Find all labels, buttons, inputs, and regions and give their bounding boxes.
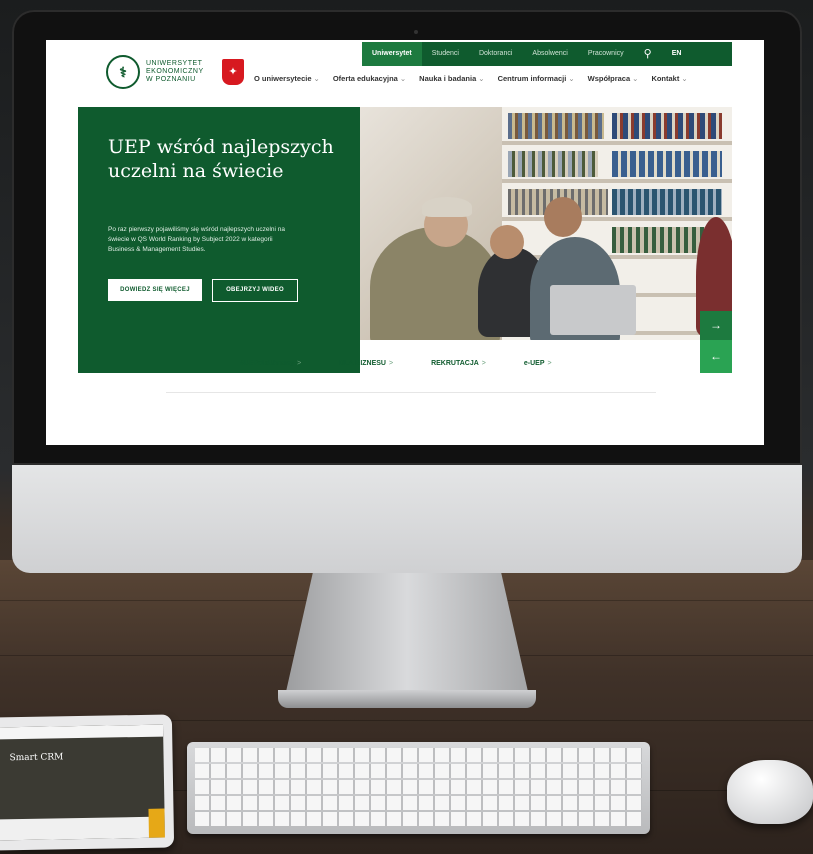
hero-panel: UEP wśród najlepszych uczelni na świecie… xyxy=(78,107,360,373)
nav-wspolpraca[interactable]: Współpraca ⌄ xyxy=(588,74,639,83)
camera xyxy=(414,30,418,34)
monitor-stand xyxy=(283,573,531,705)
learn-more-button[interactable]: DOWIEDZ SIĘ WIĘCEJ xyxy=(108,279,202,301)
tab-studenci[interactable]: Studenci xyxy=(422,42,469,66)
divider xyxy=(166,392,656,393)
nav-o-uniwersytecie[interactable]: O uniwersytecie ⌄ xyxy=(254,74,320,83)
quick-link[interactable]: REKRUTACJA > xyxy=(431,360,486,367)
monitor-stand-base xyxy=(278,690,536,708)
tablet-header xyxy=(0,724,164,740)
university-logo[interactable]: ⚕ UNIWERSYTET EKONOMICZNY W POZNANIU ✦ xyxy=(106,55,244,89)
laptop xyxy=(550,285,636,335)
nav-nauka-i-badania[interactable]: Nauka i badania ⌄ xyxy=(419,74,484,83)
tablet-footer xyxy=(0,816,165,841)
main-nav: O uniwersytecie ⌄ Oferta edukacyjna ⌄ Nauk… xyxy=(254,74,701,83)
monitor-chin xyxy=(12,465,802,573)
quick-link[interactable]: DLA BIZNESU > xyxy=(339,360,393,367)
arrow-right-icon[interactable]: → xyxy=(700,311,732,340)
quick-links: #UEPdlaUkrainy > DLA BIZNESU > REKRUTACJA >… xyxy=(240,360,590,367)
chevron-down-icon: ⌄ xyxy=(399,74,407,83)
tablet-highlight xyxy=(148,808,165,838)
nav-centrum-informacji[interactable]: Centrum informacji ⌄ xyxy=(498,74,575,83)
eagle-emblem-icon: ✦ xyxy=(222,59,244,85)
tab-uniwersytet[interactable]: Uniwersytet xyxy=(362,42,422,66)
student-figure xyxy=(422,197,472,217)
chevron-down-icon: ⌄ xyxy=(478,74,485,83)
website-screen: Uniwersytet Studenci Doktoranci Absolwen… xyxy=(46,40,764,445)
mouse[interactable] xyxy=(727,760,813,824)
tab-pracownicy[interactable]: Pracownicy xyxy=(578,42,634,66)
arrow-left-icon[interactable]: ← xyxy=(700,340,732,373)
tablet-device: Smart CRM xyxy=(0,714,175,851)
chevron-down-icon: ⌄ xyxy=(681,74,688,83)
language-switch[interactable]: EN xyxy=(662,42,692,66)
student-figure xyxy=(544,197,582,237)
audience-bar: Uniwersytet Studenci Doktoranci Absolwen… xyxy=(362,42,732,66)
quick-link[interactable]: #UEPdlaUkrainy > xyxy=(240,360,301,367)
chevron-down-icon: ⌄ xyxy=(632,74,639,83)
tablet-title: Smart CRM xyxy=(9,752,64,764)
watch-video-button[interactable]: OBEJRZYJ WIDEO xyxy=(212,279,298,302)
tab-doktoranci[interactable]: Doktoranci xyxy=(469,42,522,66)
logo-text: UNIWERSYTET EKONOMICZNY W POZNANIU xyxy=(146,60,204,83)
hero-description: Po raz pierwszy pojawiliśmy się wśród na… xyxy=(108,226,286,253)
caduceus-icon: ⚕ xyxy=(106,55,140,89)
hero-photo xyxy=(360,107,732,340)
search-icon[interactable]: ⚲ xyxy=(634,42,662,66)
hero-title: UEP wśród najlepszych uczelni na świecie xyxy=(108,136,334,182)
chevron-down-icon: ⌄ xyxy=(313,74,320,83)
tablet-screen: Smart CRM xyxy=(0,724,165,841)
nav-kontakt[interactable]: Kontakt ⌄ xyxy=(651,74,687,83)
keyboard[interactable] xyxy=(187,742,650,834)
nav-oferta-edukacyjna[interactable]: Oferta edukacyjna ⌄ xyxy=(333,74,406,83)
keyboard-keys[interactable] xyxy=(195,748,642,828)
student-figure xyxy=(490,225,524,259)
chevron-down-icon: ⌄ xyxy=(568,74,575,83)
tab-absolwenci[interactable]: Absolwenci xyxy=(522,42,577,66)
quick-link[interactable]: e-UEP > xyxy=(524,360,552,367)
